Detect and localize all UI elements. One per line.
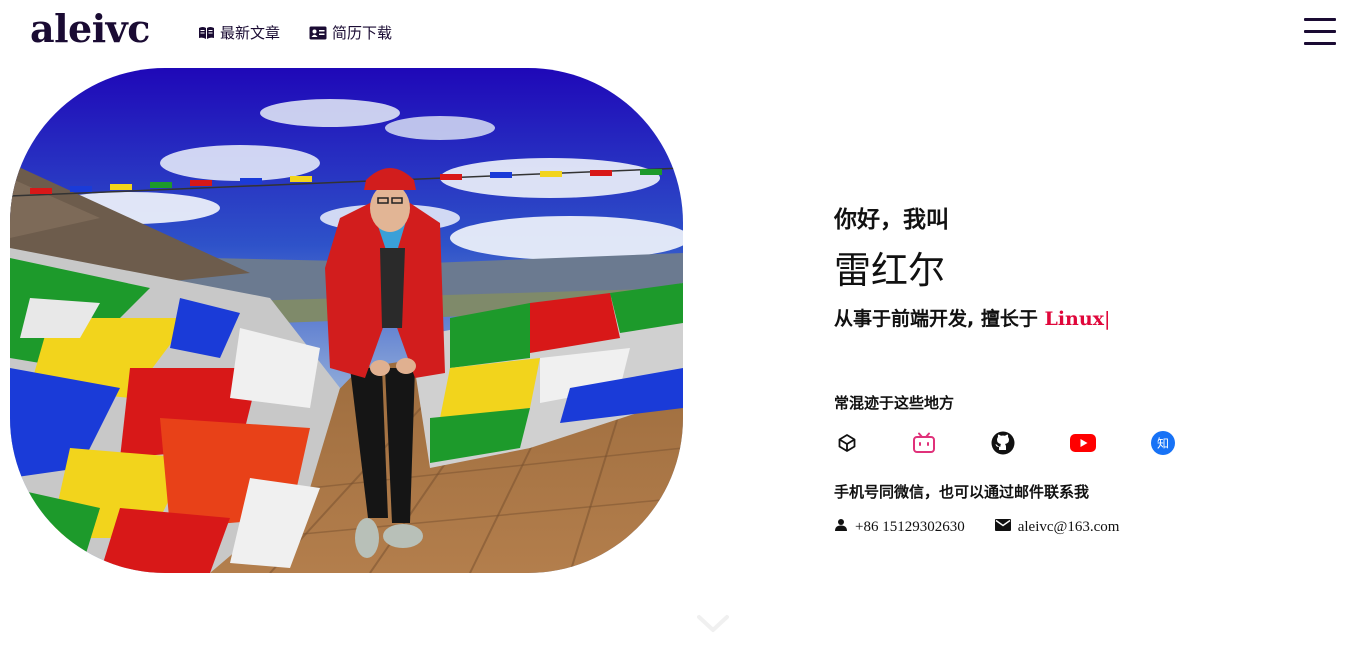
person-icon xyxy=(834,518,848,537)
scroll-down-arrow-icon[interactable] xyxy=(697,614,729,638)
contact-info: +86 15129302630 aleivc@163.com xyxy=(834,518,1119,537)
zhihu-icon[interactable]: 知 xyxy=(1150,430,1176,456)
bilibili-icon[interactable] xyxy=(911,430,937,456)
youtube-icon[interactable] xyxy=(1069,430,1097,456)
github-icon[interactable] xyxy=(990,430,1016,456)
nav-resume-download[interactable]: 简历下载 xyxy=(309,22,392,43)
zhihu-glyph: 知 xyxy=(1157,437,1169,451)
phone-number: +86 15129302630 xyxy=(855,519,965,535)
nav-latest-articles[interactable]: 最新文章 xyxy=(198,22,280,43)
menu-bar xyxy=(1304,18,1336,21)
main-nav: 最新文章 简历下载 xyxy=(198,22,392,43)
mail-icon xyxy=(994,519,1011,536)
role-prefix: 从事于前端开发, 擅长于 xyxy=(834,308,1038,330)
greeting-text: 你好，我叫 xyxy=(834,207,949,233)
portrait-photo xyxy=(10,68,683,573)
phone-contact[interactable]: +86 15129302630 xyxy=(834,518,965,537)
role-text: 从事于前端开发, 擅长于 Linux| xyxy=(834,304,1334,331)
skill-highlight: Linux xyxy=(1044,308,1105,330)
intro-section: 你好，我叫 雷红尔 从事于前端开发, 擅长于 Linux| xyxy=(834,200,1334,331)
book-icon xyxy=(198,26,215,40)
nav-resume-download-label: 简历下载 xyxy=(332,24,393,42)
contact-title: 手机号同微信，也可以通过邮件联系我 xyxy=(834,483,1090,501)
menu-bar xyxy=(1304,30,1336,33)
id-card-icon xyxy=(309,26,327,40)
email-contact[interactable]: aleivc@163.com xyxy=(994,518,1120,537)
typing-cursor: | xyxy=(1104,308,1111,330)
menu-bar xyxy=(1304,42,1336,45)
nav-latest-articles-label: 最新文章 xyxy=(220,24,281,42)
codepen-icon[interactable] xyxy=(834,430,860,456)
socials-title: 常混迹于这些地方 xyxy=(834,394,955,412)
author-name: 雷红尔 xyxy=(834,249,945,292)
site-logo[interactable]: aleivc xyxy=(30,6,150,51)
email-address: aleivc@163.com xyxy=(1017,519,1120,535)
hamburger-menu-icon[interactable] xyxy=(1304,18,1336,46)
